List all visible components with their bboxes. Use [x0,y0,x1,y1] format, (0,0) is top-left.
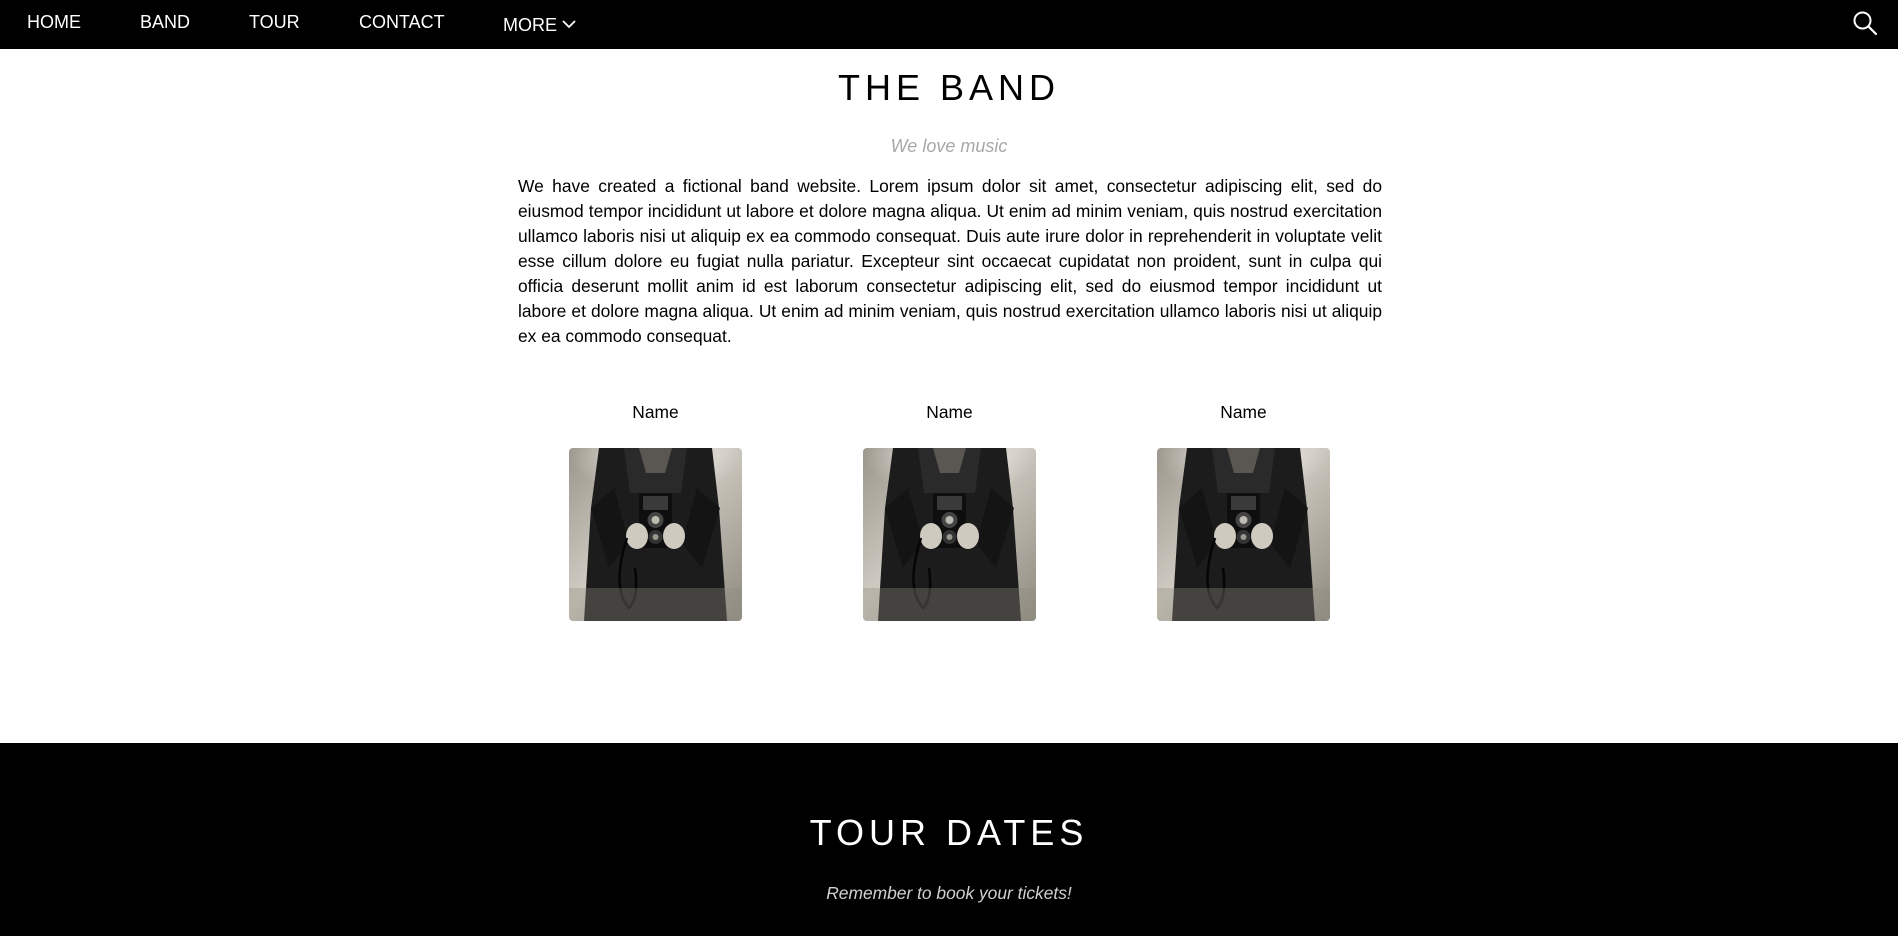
member-photo[interactable] [569,448,742,621]
nav-band[interactable]: BAND [140,0,190,49]
search-icon[interactable] [1852,10,1878,36]
band-description: We have created a fictional band website… [518,176,1382,346]
band-member-3: Name [1157,402,1330,621]
tour-section: TOUR DATES Remember to book your tickets… [0,743,1898,936]
tour-title: TOUR DATES [809,812,1089,853]
member-name: Name [926,402,973,422]
nav-more-label: MORE [503,14,557,35]
nav-contact[interactable]: CONTACT [359,0,445,49]
chevron-down-icon [562,20,576,29]
top-navigation-bar: HOME BAND TOUR CONTACT MORE [0,0,1898,49]
band-subtitle: We love music [890,136,1008,156]
band-title: THE BAND [837,67,1061,108]
member-photo[interactable] [863,448,1036,621]
member-photo[interactable] [1157,448,1330,621]
band-member-2: Name [863,402,1036,621]
member-name: Name [1220,402,1267,422]
band-section: THE BAND We love music We have created a… [0,49,1898,743]
nav-more-dropdown[interactable]: MORE [503,0,576,49]
band-member-1: Name [569,402,742,621]
nav-home[interactable]: HOME [27,0,81,49]
tour-subtitle: Remember to book your tickets! [826,883,1072,903]
nav-tour[interactable]: TOUR [249,0,300,49]
member-name: Name [632,402,679,422]
